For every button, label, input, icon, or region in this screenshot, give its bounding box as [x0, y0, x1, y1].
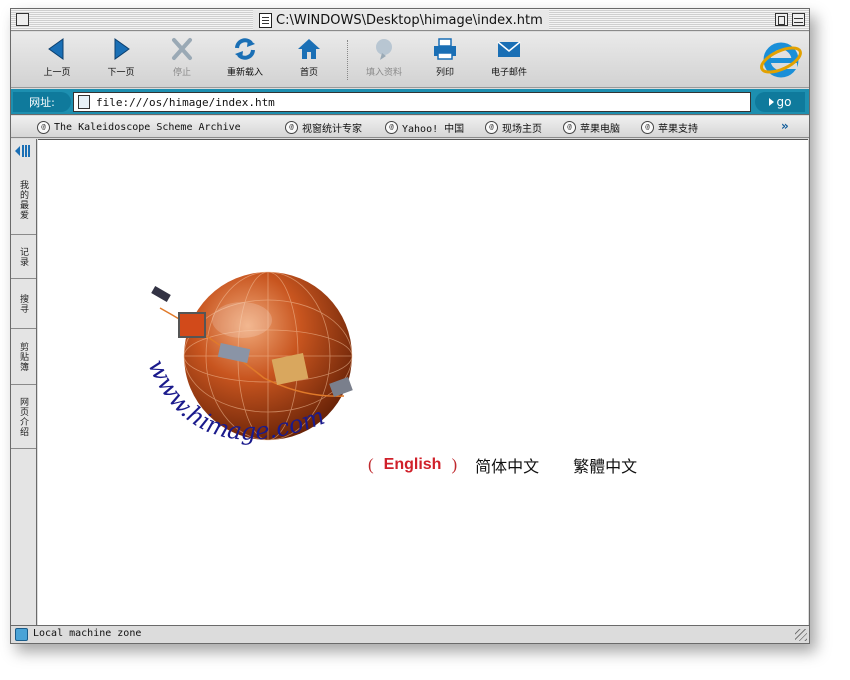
favorites-more-chevron-icon[interactable]: » — [781, 119, 789, 133]
favorite-label: 现场主页 — [502, 123, 542, 135]
paren-open: ( — [368, 455, 374, 474]
collapse-box[interactable] — [792, 13, 805, 26]
favorite-item[interactable]: @ The Kaleidoscope Scheme Archive — [37, 119, 241, 135]
button-toolbar: 上一页 下一页 停止 重新载入 首页 填入资料 列印 电子邮件 — [11, 32, 809, 88]
favorite-label: 苹果电脑 — [580, 123, 620, 135]
autofill-button[interactable]: 填入资料 — [356, 36, 412, 84]
favorites-bar: @ The Kaleidoscope Scheme Archive @ 视窗统计… — [11, 116, 809, 138]
favorite-item[interactable]: @ 苹果支持 — [641, 119, 698, 135]
paren-close: ) — [451, 455, 458, 474]
favorite-at-icon: @ — [285, 120, 298, 134]
window-title: C:\WINDOWS\Desktop\himage\index.htm — [253, 10, 549, 30]
sidebar-toggle-icon[interactable] — [14, 143, 32, 159]
link-traditional-chinese[interactable]: 繁體中文 — [573, 453, 637, 477]
home-icon — [298, 39, 320, 59]
go-button[interactable]: go — [755, 92, 805, 112]
home-button[interactable]: 首页 — [281, 36, 337, 84]
browser-window: C:\WINDOWS\Desktop\himage\index.htm 上一页 … — [10, 8, 810, 644]
favorite-label: The Kaleidoscope Scheme Archive — [54, 121, 241, 133]
home-label: 首页 — [299, 68, 318, 78]
stop-button[interactable]: 停止 — [154, 36, 210, 84]
toolbar-separator — [347, 40, 349, 80]
window-title-text: C:\WINDOWS\Desktop\himage\index.htm — [276, 12, 543, 28]
print-button[interactable]: 列印 — [417, 36, 473, 84]
sidebar-tab-search[interactable]: 搜寻 — [11, 279, 36, 329]
forward-arrow-icon — [114, 38, 130, 60]
favorite-at-icon: @ — [563, 120, 576, 134]
address-url: file:///os/himage/index.htm — [96, 95, 275, 109]
favorite-label: Yahoo! 中国 — [402, 123, 465, 135]
stop-x-icon — [172, 38, 192, 60]
himage-globe-logo[interactable]: www.himage.com — [124, 268, 384, 498]
autofill-pen-icon — [376, 39, 392, 60]
favorite-label: 苹果支持 — [658, 123, 698, 135]
favorite-item[interactable]: @ 视窗统计专家 — [285, 119, 362, 135]
back-label: 上一页 — [43, 68, 71, 78]
sidebar-tab-favorites[interactable]: 我的最爱 — [11, 165, 36, 235]
printer-icon — [434, 38, 456, 60]
status-bar: Local machine zone — [11, 625, 809, 643]
resize-grip-icon[interactable] — [795, 629, 807, 641]
language-selector: ( English ) 简体中文 繁體中文 — [368, 453, 637, 477]
back-button[interactable]: 上一页 — [29, 36, 85, 84]
favorite-item[interactable]: @ 现场主页 — [485, 119, 542, 135]
status-text: Local machine zone — [33, 628, 142, 639]
refresh-icon — [235, 38, 255, 60]
link-simplified-chinese[interactable]: 简体中文 — [475, 453, 539, 477]
favorite-at-icon: @ — [37, 120, 50, 134]
sidebar-tab-history[interactable]: 记录 — [11, 235, 36, 279]
forward-label: 下一页 — [107, 68, 135, 78]
page-file-icon — [78, 95, 90, 109]
zone-icon — [15, 628, 28, 641]
sidebar-tab-page-holder[interactable]: 网页介绍 — [11, 385, 36, 449]
stop-label: 停止 — [172, 68, 191, 78]
explorer-sidebar: 我的最爱 记录 搜寻 剪贴簿 网页介绍 — [11, 139, 37, 625]
document-icon — [259, 12, 272, 28]
refresh-button[interactable]: 重新载入 — [217, 36, 273, 84]
favorite-at-icon: @ — [485, 120, 498, 134]
go-arrow-icon — [768, 98, 774, 106]
address-bar: 网址: file:///os/himage/index.htm go — [11, 89, 809, 115]
mail-label: 电子邮件 — [490, 68, 527, 78]
favorite-at-icon: @ — [385, 120, 398, 134]
favorite-item[interactable]: @ Yahoo! 中国 — [385, 119, 464, 135]
link-english[interactable]: English — [384, 456, 442, 474]
mail-button[interactable]: 电子邮件 — [481, 36, 537, 84]
close-box[interactable] — [16, 13, 29, 26]
favorite-label: 视窗统计专家 — [302, 123, 362, 135]
title-bar[interactable]: C:\WINDOWS\Desktop\himage\index.htm — [11, 9, 809, 31]
address-label: 网址: — [13, 92, 71, 112]
address-input[interactable]: file:///os/himage/index.htm — [73, 92, 751, 112]
favorite-item[interactable]: @ 苹果电脑 — [563, 119, 620, 135]
zoom-box[interactable] — [775, 13, 788, 26]
internet-explorer-logo-icon[interactable] — [759, 38, 803, 82]
refresh-label: 重新载入 — [226, 68, 263, 78]
mail-envelope-icon — [497, 41, 521, 57]
back-arrow-icon — [48, 38, 64, 60]
print-label: 列印 — [435, 68, 454, 78]
forward-button[interactable]: 下一页 — [93, 36, 149, 84]
go-label: go — [776, 95, 792, 109]
favorite-at-icon: @ — [641, 120, 654, 134]
sidebar-tab-scrapbook[interactable]: 剪贴簿 — [11, 329, 36, 385]
autofill-label: 填入资料 — [365, 68, 402, 78]
page-content: www.himage.com ( English ) 简体中文 繁體中文 — [38, 139, 808, 625]
